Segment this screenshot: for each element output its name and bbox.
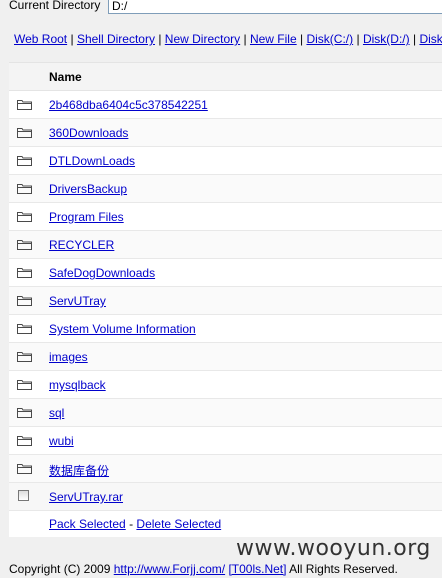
name-column-header: Name	[49, 70, 82, 84]
folder-row: DriversBackup	[9, 175, 442, 203]
folder-icon	[17, 239, 32, 250]
folder-row: SafeDogDownloads	[9, 259, 442, 287]
directory-input[interactable]	[108, 0, 442, 14]
folder-row: RECYCLER	[9, 231, 442, 259]
bulk-actions: Pack Selected - Delete Selected	[9, 511, 442, 537]
nav-links: Web Root | Shell Directory | New Directo…	[14, 32, 442, 46]
copyright-text: Copyright (C) 2009	[9, 562, 111, 576]
folder-icon	[17, 463, 32, 474]
folder-link[interactable]: System Volume Information	[49, 322, 196, 336]
footer: Copyright (C) 2009 http://www.Forjj.com/…	[9, 562, 398, 576]
folder-link[interactable]: 数据库备份	[49, 462, 109, 479]
folder-link[interactable]: Program Files	[49, 210, 124, 224]
folder-link[interactable]: 2b468dba6404c5c378542251	[49, 98, 208, 112]
file-checkbox[interactable]	[18, 490, 29, 501]
nav-disk-c[interactable]: Disk(C:/)	[306, 32, 353, 46]
folder-row: DTLDownLoads	[9, 147, 442, 175]
directory-bar: Current Directory	[0, 0, 442, 26]
delete-selected-link[interactable]: Delete Selected	[136, 517, 221, 531]
nav-disk-more[interactable]: Disk	[419, 32, 442, 46]
nav-shell-directory[interactable]: Shell Directory	[77, 32, 155, 46]
folder-link[interactable]: DTLDownLoads	[49, 154, 135, 168]
folder-row: 数据库备份	[9, 455, 442, 483]
nav-separator: |	[300, 32, 304, 46]
folder-row: Program Files	[9, 203, 442, 231]
rights-text: All Rights Reserved.	[289, 562, 398, 576]
folder-icon	[17, 379, 32, 390]
folder-icon	[17, 435, 32, 446]
action-separator: -	[129, 517, 134, 531]
nav-web-root[interactable]: Web Root	[14, 32, 67, 46]
footer-link-t00ls[interactable]: [T00ls.Net]	[228, 562, 286, 576]
folder-icon	[17, 407, 32, 418]
folder-row: sql	[9, 399, 442, 427]
folder-link[interactable]: ServUTray	[49, 294, 106, 308]
file-link[interactable]: ServUTray.rar	[49, 490, 123, 504]
folder-icon	[17, 211, 32, 222]
watermark-text: www.wooyun.org	[236, 536, 431, 561]
folder-link[interactable]: RECYCLER	[49, 238, 114, 252]
folder-row: mysqlback	[9, 371, 442, 399]
nav-separator: |	[356, 32, 360, 46]
nav-separator: |	[412, 32, 417, 46]
nav-new-directory[interactable]: New Directory	[165, 32, 240, 46]
folder-icon	[17, 99, 32, 110]
folder-row: ServUTray	[9, 287, 442, 315]
folder-icon	[17, 155, 32, 166]
footer-link-forjj[interactable]: http://www.Forjj.com/	[114, 562, 225, 576]
nav-separator: |	[70, 32, 74, 46]
folder-link[interactable]: images	[49, 350, 88, 364]
folder-row: wubi	[9, 427, 442, 455]
folder-link[interactable]: sql	[49, 406, 64, 420]
folder-row: 360Downloads	[9, 119, 442, 147]
table-header: Name	[9, 63, 442, 91]
folder-icon	[17, 127, 32, 138]
folder-link[interactable]: mysqlback	[49, 378, 106, 392]
folder-link[interactable]: DriversBackup	[49, 182, 127, 196]
folder-row: System Volume Information	[9, 315, 442, 343]
folder-icon	[17, 183, 32, 194]
nav-new-file[interactable]: New File	[250, 32, 297, 46]
folder-icon	[17, 351, 32, 362]
file-table: Name 2b468dba6404c5c378542251 360Download…	[9, 62, 442, 537]
directory-label: Current Directory	[9, 0, 101, 12]
nav-separator: |	[243, 32, 247, 46]
folder-row: 2b468dba6404c5c378542251	[9, 91, 442, 119]
folder-link[interactable]: wubi	[49, 434, 74, 448]
folder-icon	[17, 323, 32, 334]
file-row: ServUTray.rar	[9, 483, 442, 511]
folder-link[interactable]: 360Downloads	[49, 126, 128, 140]
folder-row: images	[9, 343, 442, 371]
folder-icon	[17, 295, 32, 306]
pack-selected-link[interactable]: Pack Selected	[49, 517, 126, 531]
folder-icon	[17, 267, 32, 278]
nav-separator: |	[158, 32, 162, 46]
nav-disk-d[interactable]: Disk(D:/)	[363, 32, 410, 46]
folder-link[interactable]: SafeDogDownloads	[49, 266, 155, 280]
